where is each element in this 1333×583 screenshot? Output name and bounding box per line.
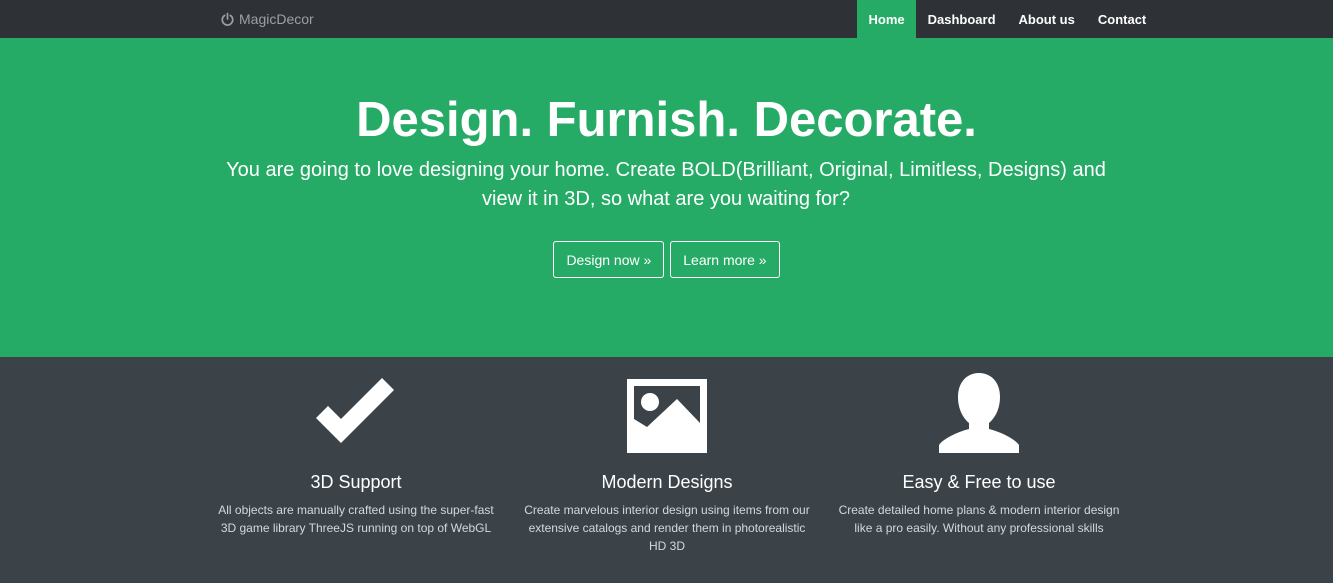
features-section: 3D Support All objects are manually craf… (0, 357, 1333, 583)
brand-link[interactable]: MagicDecor (220, 0, 314, 38)
feature-description: Create marvelous interior design using i… (524, 503, 810, 553)
learn-more-button[interactable]: Learn more » (670, 241, 780, 278)
user-icon (939, 373, 1019, 453)
nav-home[interactable]: Home (857, 0, 917, 38)
design-now-button[interactable]: Design now » (553, 241, 665, 278)
hero-title: Design. Furnish. Decorate. (356, 93, 977, 147)
main-nav: Home Dashboard About us Contact (857, 0, 1158, 38)
brand-name: MagicDecor (239, 11, 314, 27)
hero-subtitle: You are going to love designing your hom… (226, 159, 1106, 210)
feature-title: Modern Designs (601, 472, 733, 492)
checkmark-icon (316, 378, 394, 443)
feature-title: Easy & Free to use (902, 472, 1056, 492)
feature-description: Create detailed home plans & modern inte… (838, 503, 1120, 535)
feature-title: 3D Support (310, 472, 402, 492)
power-icon (221, 12, 234, 26)
hero-section: Design. Furnish. Decorate. You are going… (0, 38, 1333, 357)
nav-contact[interactable]: Contact (1086, 0, 1157, 38)
navbar: MagicDecor Home Dashboard About us Conta… (0, 0, 1333, 38)
nav-dashboard[interactable]: Dashboard (916, 0, 1007, 38)
image-icon (627, 379, 707, 453)
hero-buttons: Design now » Learn more » (0, 241, 1333, 278)
nav-about-us[interactable]: About us (1007, 0, 1086, 38)
feature-description: All objects are manually crafted using t… (218, 503, 494, 535)
